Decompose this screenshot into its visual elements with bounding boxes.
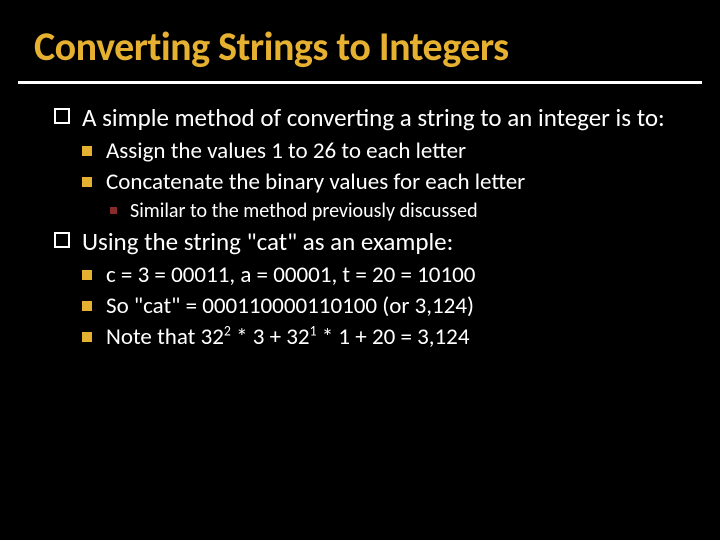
bullet-text: Assign the values 1 to 26 to each letter: [106, 137, 466, 165]
superscript: 1: [310, 322, 317, 339]
bullet-lvl2: Note that 322 * 3 + 321 * 1 + 20 = 3,124: [82, 323, 690, 352]
bullet-text: A simple method of converting a string t…: [82, 102, 665, 133]
bullet-text: * 3 + 32: [231, 323, 310, 351]
bullet-lvl2: Concatenate the binary values for each l…: [82, 168, 690, 197]
bullet-lvl1: Using the string "cat" as an example:: [54, 226, 690, 257]
bullet-lvl2: So "cat" = 000110000110100 (or 3,124): [82, 292, 690, 321]
bullet-text: * 1 + 20 = 3,124: [317, 323, 470, 351]
superscript: 2: [224, 322, 231, 339]
slide-body: A simple method of converting a string t…: [0, 84, 720, 351]
bullet-lvl2: c = 3 = 00011, a = 00001, t = 20 = 10100: [82, 261, 690, 290]
bullet-text: Concatenate the binary values for each l…: [106, 168, 525, 196]
bullet-lvl3: Similar to the method previously discuss…: [110, 199, 690, 224]
bullet-lvl2: Assign the values 1 to 26 to each letter: [82, 137, 690, 166]
bullet-text: So "cat" = 000110000110100 (or 3,124): [106, 292, 474, 320]
slide: Converting Strings to Integers A simple …: [0, 0, 720, 540]
bullet-lvl1: A simple method of converting a string t…: [54, 102, 690, 133]
slide-title: Converting Strings to Integers: [0, 0, 720, 77]
bullet-text: c = 3 = 00011, a = 00001, t = 20 = 10100: [106, 261, 475, 289]
bullet-text: Similar to the method previously discuss…: [130, 199, 478, 223]
bullet-text: Note that 32: [106, 323, 224, 351]
bullet-text: Using the string "cat" as an example:: [82, 226, 453, 257]
